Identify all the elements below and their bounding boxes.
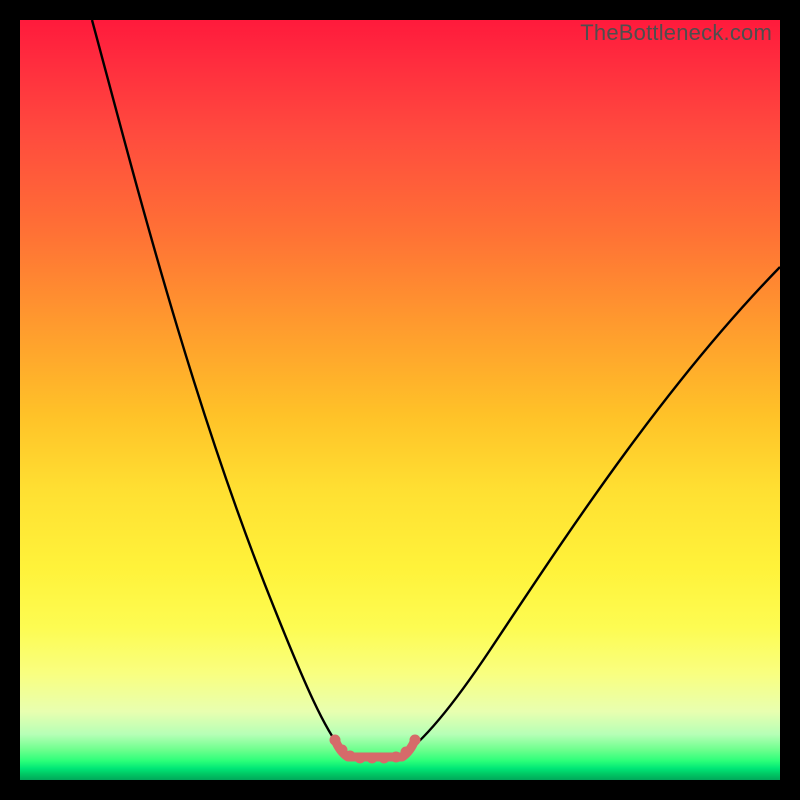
bottleneck-curve-right (400, 267, 780, 757)
curve-layer (20, 20, 780, 780)
watermark-text: TheBottleneck.com (580, 20, 772, 46)
plot-area: TheBottleneck.com (20, 20, 780, 780)
bottleneck-curve-left (92, 20, 350, 757)
chart-frame: TheBottleneck.com (20, 20, 780, 780)
